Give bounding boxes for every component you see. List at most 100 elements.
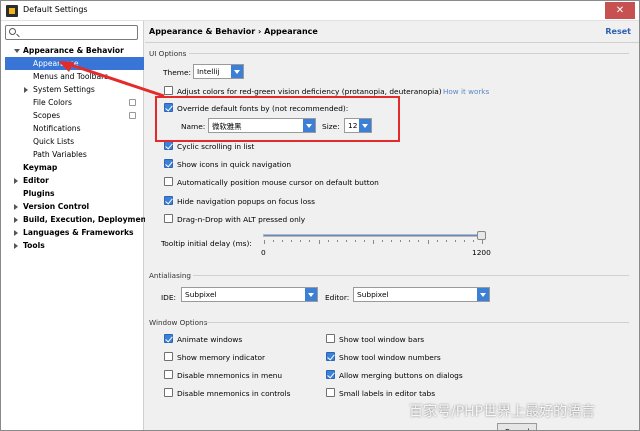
sidebar-item-menus-and-toolbars[interactable]: Menus and Toolbars [1, 70, 144, 83]
option-label: Automatically position mouse cursor on d… [177, 178, 379, 187]
slider-tick [309, 240, 311, 242]
dropdown-arrow-icon [477, 288, 489, 301]
window-options-title: Window Options [149, 318, 208, 327]
option-checkbox[interactable] [164, 214, 173, 223]
slider-tick [391, 240, 393, 242]
override-fonts-checkbox[interactable] [164, 103, 173, 112]
editor-label: Editor: [325, 293, 350, 302]
option-label: Hide navigation popups on focus loss [177, 197, 315, 206]
chevron-right-icon[interactable] [14, 243, 18, 249]
sidebar-item-label: Build, Execution, Deployment [23, 215, 150, 224]
antialiasing-title: Antialiasing [149, 271, 191, 280]
override-fonts-label: Override default fonts by (not recommend… [177, 104, 349, 113]
search-icon [9, 28, 16, 35]
sidebar-item-appearance[interactable]: Appearance [5, 57, 144, 70]
font-name-value: 微软雅黑 [212, 122, 242, 131]
how-it-works-link[interactable]: How it works [443, 87, 489, 96]
ide-label: IDE: [161, 293, 177, 302]
window-option-checkbox[interactable] [326, 370, 335, 379]
sidebar-item-label: File Colors [33, 98, 72, 107]
sidebar-item-label: Notifications [33, 124, 81, 133]
sidebar-item-label: Appearance [33, 59, 79, 68]
sidebar-item-label: Keymap [23, 163, 58, 172]
sidebar-item-build-execution-deployment[interactable]: Build, Execution, Deployment [1, 213, 150, 226]
sidebar-item-appearance-behavior[interactable]: Appearance & Behavior [1, 44, 144, 57]
sidebar-item-keymap[interactable]: Keymap [1, 161, 144, 174]
sidebar-item-system-settings[interactable]: System Settings [1, 83, 144, 96]
slider-tick [400, 240, 402, 242]
chevron-right-icon[interactable] [24, 87, 28, 93]
watermark-text: 百家号/PHP世界上最好的语言 [409, 404, 596, 420]
reset-link[interactable]: Reset [605, 27, 631, 36]
window-option-checkbox[interactable] [326, 388, 335, 397]
tooltip-delay-slider[interactable] [263, 231, 486, 240]
sidebar-item-label: Quick Lists [33, 137, 75, 146]
slider-tick [382, 240, 384, 242]
breadcrumb-current: Appearance [264, 27, 318, 36]
breadcrumb-parent: Appearance & Behavior [149, 27, 256, 36]
dropdown-arrow-icon [303, 119, 315, 132]
tooltip-max-label: 1200 [472, 248, 491, 257]
slider-tick [463, 240, 465, 242]
slider-tick [363, 240, 365, 242]
breadcrumb: Appearance & Behavior › Appearance [149, 27, 318, 36]
chevron-right-icon[interactable] [14, 178, 18, 184]
option-checkbox[interactable] [164, 159, 173, 168]
window-option-checkbox[interactable] [164, 388, 173, 397]
ide-antialiasing-select[interactable]: Subpixel [181, 287, 318, 302]
window-option-checkbox[interactable] [164, 352, 173, 361]
window-option-checkbox[interactable] [326, 352, 335, 361]
theme-select[interactable]: Intellij [193, 64, 244, 79]
sidebar-item-file-colors[interactable]: File Colors [1, 96, 144, 109]
font-name-select[interactable]: 微软雅黑 [208, 118, 316, 133]
search-input[interactable] [5, 25, 138, 40]
slider-thumb[interactable] [477, 231, 486, 240]
sidebar-item-quick-lists[interactable]: Quick Lists [1, 135, 144, 148]
chevron-right-icon[interactable] [14, 230, 18, 236]
chevron-right-icon[interactable] [14, 217, 18, 223]
slider-tick [354, 240, 356, 242]
settings-sidebar: Appearance & Behavior Appearance Menus and… [1, 21, 150, 430]
slider-tick [445, 240, 447, 242]
option-checkbox[interactable] [164, 141, 173, 150]
sidebar-item-scopes[interactable]: Scopes [1, 109, 144, 122]
close-button[interactable]: ✕ [605, 2, 635, 19]
sidebar-item-tools[interactable]: Tools [1, 239, 144, 252]
sidebar-item-version-control[interactable]: Version Control [1, 200, 144, 213]
title-bar: Default Settings ✕ [1, 1, 639, 21]
dropdown-arrow-icon [231, 65, 243, 78]
window-option-checkbox[interactable] [326, 334, 335, 343]
window-option-label: Disable mnemonics in menu [177, 371, 283, 380]
window-option-label: Show tool window bars [339, 335, 425, 344]
font-size-select[interactable]: 12 [344, 118, 372, 133]
sidebar-item-label: Tools [23, 241, 45, 250]
sidebar-item-label: Plugins [23, 189, 55, 198]
slider-tick [336, 240, 338, 242]
window-option-label: Show memory indicator [177, 353, 266, 362]
window-option-checkbox[interactable] [164, 370, 173, 379]
window-option-label: Allow merging buttons on dialogs [339, 371, 463, 380]
sidebar-item-plugins[interactable]: Plugins [1, 187, 144, 200]
slider-tick [427, 240, 429, 244]
window-options-divider [203, 322, 629, 323]
chevron-right-icon[interactable] [14, 204, 18, 210]
sidebar-item-notifications[interactable]: Notifications [1, 122, 144, 135]
editor-antialiasing-value: Subpixel [357, 290, 389, 299]
sidebar-item-languages-frameworks[interactable]: Languages & Frameworks [1, 226, 144, 239]
sidebar-item-label: Languages & Frameworks [23, 228, 134, 237]
slider-tick [327, 240, 329, 242]
sidebar-item-editor[interactable]: Editor [1, 174, 144, 187]
option-checkbox[interactable] [164, 196, 173, 205]
window-option-checkbox[interactable] [164, 334, 173, 343]
chevron-down-icon[interactable] [14, 49, 20, 53]
adjust-colors-checkbox[interactable] [164, 86, 173, 95]
cancel-button[interactable]: Cancel [497, 423, 537, 430]
settings-window: Default Settings ✕ Appearance & Behavior… [0, 0, 640, 431]
slider-tick [318, 240, 320, 244]
option-checkbox[interactable] [164, 177, 173, 186]
sidebar-item-path-variables[interactable]: Path Variables [1, 148, 144, 161]
editor-antialiasing-select[interactable]: Subpixel [353, 287, 490, 302]
sidebar-item-label: Appearance & Behavior [23, 46, 124, 55]
header-divider [145, 42, 639, 43]
option-label: Show icons in quick navigation [177, 160, 292, 169]
